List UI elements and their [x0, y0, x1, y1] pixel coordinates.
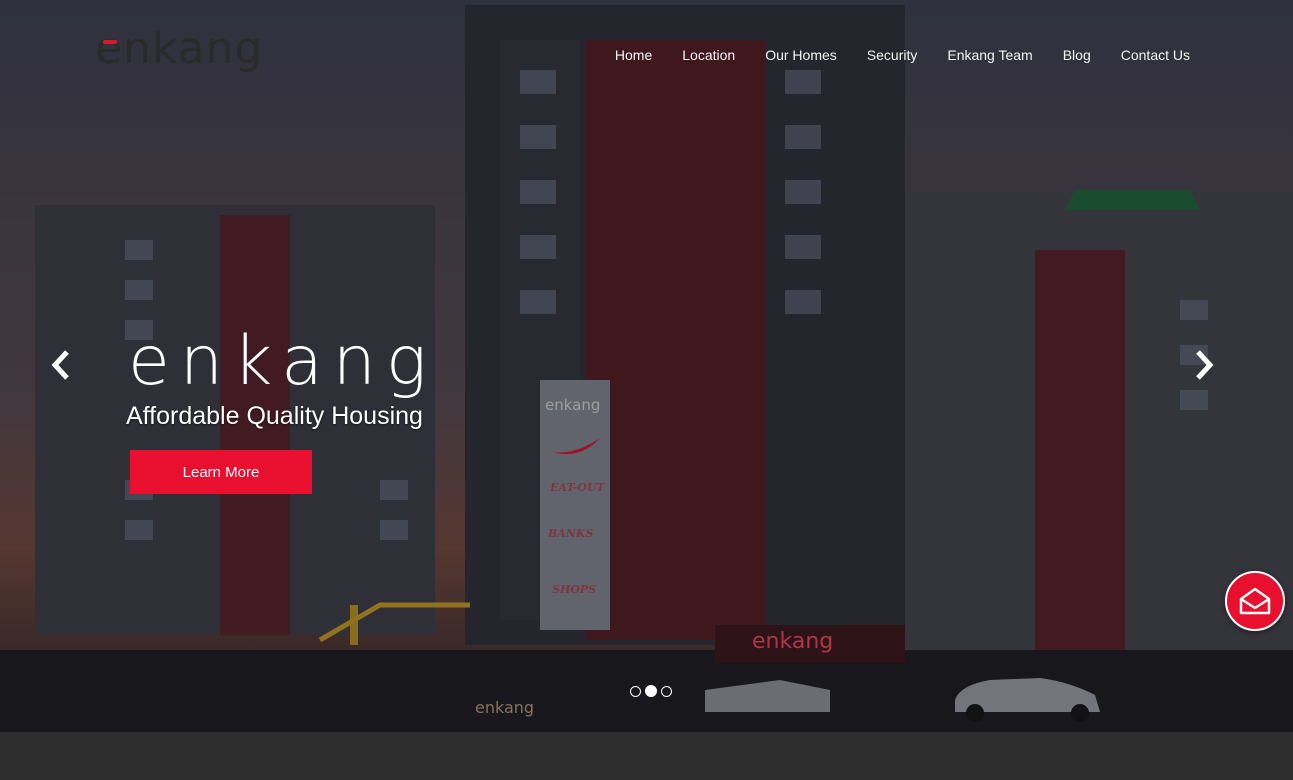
- carousel-title: enkang: [128, 322, 437, 401]
- carousel-prev-button[interactable]: [40, 340, 80, 390]
- nav-item-blog[interactable]: Blog: [1048, 40, 1106, 70]
- carousel-indicator-2[interactable]: [645, 685, 657, 697]
- contact-mail-button[interactable]: [1225, 571, 1285, 631]
- page-bottom-band: [0, 732, 1293, 780]
- hero-carousel: enkang EAT-OUT BANKS SHOPS enkang enkang…: [0, 0, 1293, 732]
- nav-item-security[interactable]: Security: [852, 40, 933, 70]
- carousel-indicator-1[interactable]: [630, 685, 641, 697]
- main-nav: Home Location Our Homes Security Enkang …: [600, 40, 1205, 70]
- site-logo[interactable]: enkang: [95, 22, 267, 76]
- carousel-indicators: [630, 685, 672, 697]
- carousel-next-button[interactable]: [1185, 340, 1225, 390]
- chevron-left-icon: [51, 350, 69, 380]
- envelope-icon: [1239, 587, 1271, 615]
- logo-mark-icon: [103, 40, 117, 44]
- nav-item-contact-us[interactable]: Contact Us: [1106, 40, 1205, 70]
- chevron-right-icon: [1196, 350, 1214, 380]
- learn-more-button[interactable]: Learn More: [130, 450, 312, 494]
- nav-item-enkang-team[interactable]: Enkang Team: [932, 40, 1047, 70]
- logo-text: enkang: [95, 23, 264, 74]
- nav-item-location[interactable]: Location: [667, 40, 750, 70]
- carousel-caption: enkang Affordable Quality Housing Learn …: [126, 322, 437, 494]
- carousel-indicator-3[interactable]: [661, 685, 672, 697]
- carousel-tagline: Affordable Quality Housing: [126, 402, 423, 430]
- nav-item-our-homes[interactable]: Our Homes: [750, 40, 852, 70]
- nav-item-home[interactable]: Home: [600, 40, 667, 70]
